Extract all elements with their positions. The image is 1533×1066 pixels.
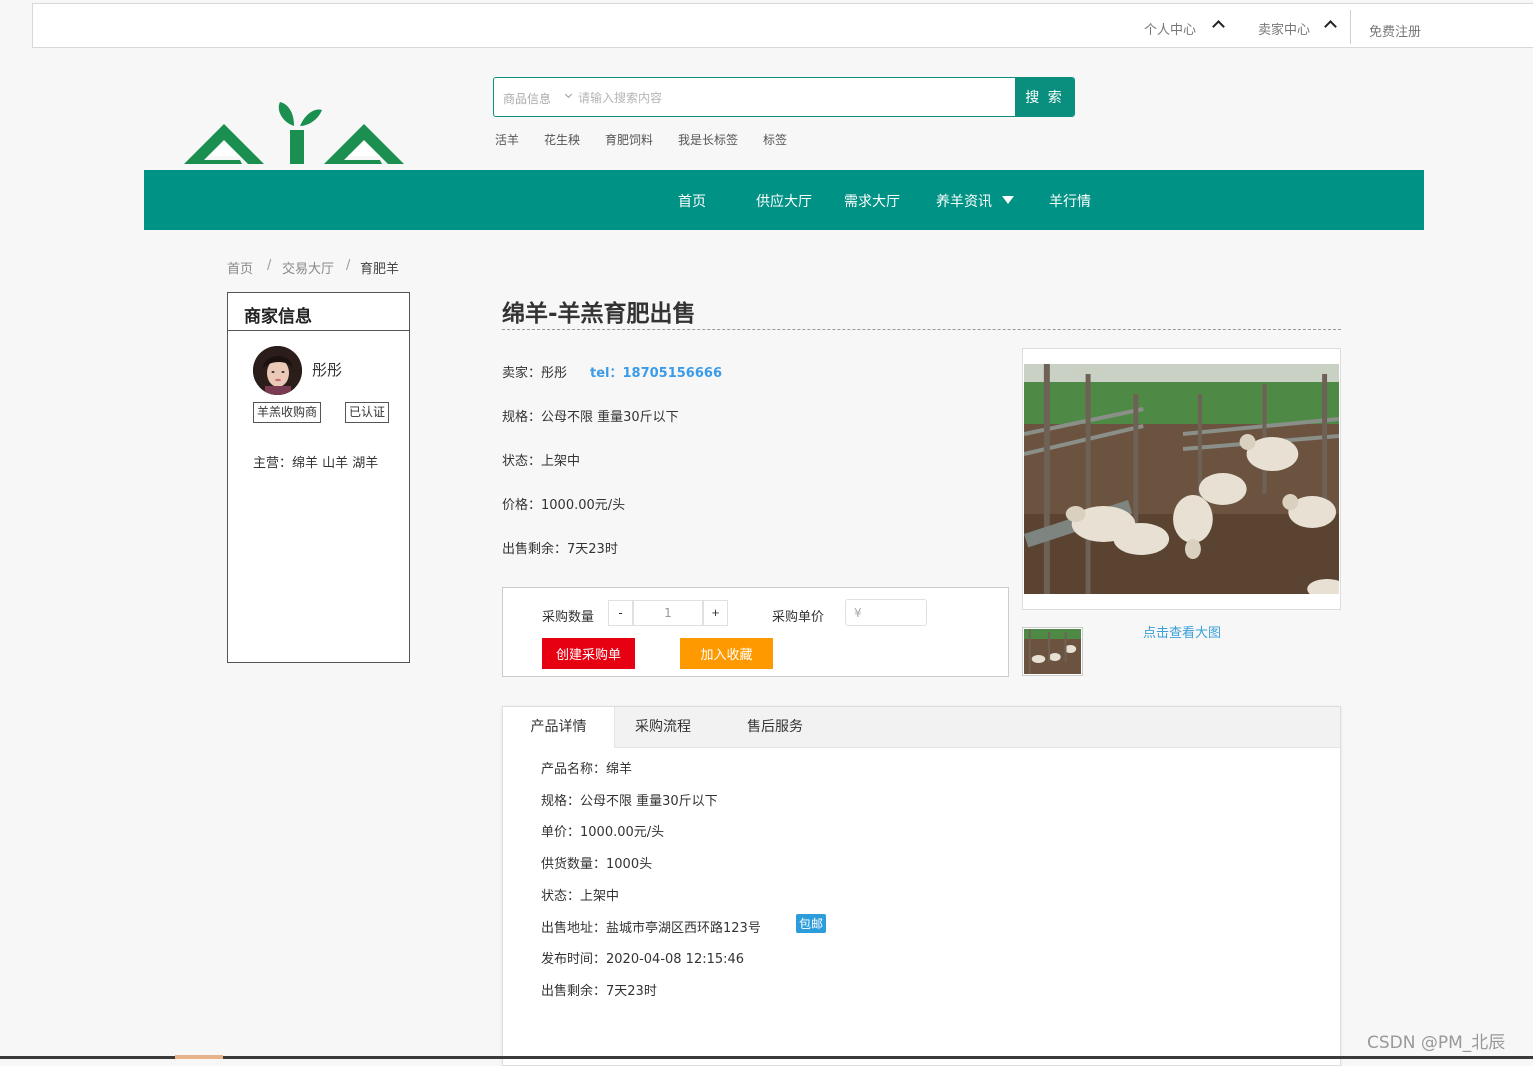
product-price: 价格：1000.00元/头 xyxy=(502,498,626,513)
search-bar: 商品信息 搜 索 xyxy=(493,77,1075,117)
divider xyxy=(1350,10,1351,44)
product-photo[interactable] xyxy=(1022,348,1341,610)
tab-bar: 产品详情 采购流程 售后服务 xyxy=(503,707,1340,748)
taskbar-accent xyxy=(175,1055,223,1059)
chevron-up-icon[interactable] xyxy=(1212,20,1225,33)
product-status: 状态：上架中 xyxy=(502,454,581,469)
detail-unit-price: 单价：1000.00元/头 xyxy=(541,825,665,840)
nav-home[interactable]: 首页 xyxy=(678,191,706,211)
detail-publish-time: 发布时间：2020-04-08 12:15:46 xyxy=(541,952,745,967)
watermark: CSDN @PM_北辰 xyxy=(1367,1033,1506,1053)
quantity-input[interactable] xyxy=(633,600,703,626)
detail-panel: 产品详情 采购流程 售后服务 产品名称：绵羊 规格：公母不限 重量30斤以下 单… xyxy=(502,706,1341,1066)
merchant-role-badge: 羊羔收购商 xyxy=(253,402,322,423)
free-shipping-badge: 包邮 xyxy=(796,914,827,933)
breadcrumb-separator: / xyxy=(346,258,351,273)
register-link[interactable]: 免费注册 xyxy=(1369,21,1421,40)
merchant-name: 彤彤 xyxy=(312,361,343,379)
detail-remaining-time: 出售剩余：7天23时 xyxy=(541,984,657,999)
tab-after-sales[interactable]: 售后服务 xyxy=(727,707,823,748)
search-button[interactable]: 搜 索 xyxy=(1015,78,1074,116)
site-logo[interactable] xyxy=(182,100,404,166)
detail-supply-quantity: 供货数量：1000头 xyxy=(541,857,653,872)
quantity-decrement-button[interactable]: - xyxy=(608,600,633,626)
hot-tag[interactable]: 育肥饲料 xyxy=(605,131,653,148)
unit-price-input[interactable] xyxy=(845,599,927,626)
seller-name: 卖家：彤彤 xyxy=(502,366,568,381)
avatar[interactable] xyxy=(253,346,302,395)
detail-status: 状态：上架中 xyxy=(541,889,620,904)
hot-tag[interactable]: 活羊 xyxy=(495,131,519,148)
detail-address: 出售地址：盐城市亭湖区西环路123号 xyxy=(541,921,761,936)
verified-badge: 已认证 xyxy=(345,402,390,423)
product-spec: 规格：公母不限 重量30斤以下 xyxy=(502,410,679,425)
merchant-card-title: 商家信息 xyxy=(228,293,409,331)
main-nav: 首页 供应大厅 需求大厅 养羊资讯 羊行情 xyxy=(144,170,1424,230)
personal-center-link[interactable]: 个人中心 xyxy=(1144,19,1196,38)
hot-tag[interactable]: 我是长标签 xyxy=(678,131,738,148)
tab-product-details[interactable]: 产品详情 xyxy=(503,707,615,748)
caret-down-icon[interactable] xyxy=(1002,196,1014,204)
breadcrumb-home[interactable]: 首页 xyxy=(227,258,253,277)
merchant-card: 商家信息 彤彤 羊羔收购商 已认证 主营：绵羊 山羊 湖羊 xyxy=(227,292,410,663)
chevron-down-icon[interactable] xyxy=(564,90,573,99)
unit-price-label: 采购单价 xyxy=(772,610,825,625)
photo-thumbnail[interactable] xyxy=(1022,627,1083,676)
quantity-label: 采购数量 xyxy=(542,610,595,625)
search-category-select[interactable]: 商品信息 xyxy=(503,90,551,107)
merchant-main-business: 主营：绵羊 山羊 湖羊 xyxy=(253,456,379,471)
product-title: 绵羊-羊羔育肥出售 xyxy=(502,301,696,327)
detail-product-name: 产品名称：绵羊 xyxy=(541,762,633,777)
seller-center-link[interactable]: 卖家中心 xyxy=(1258,19,1310,38)
divider xyxy=(502,329,1341,330)
product-remaining-time: 出售剩余：7天23时 xyxy=(502,542,618,557)
create-order-button[interactable]: 创建采购单 xyxy=(542,638,635,669)
detail-spec: 规格：公母不限 重量30斤以下 xyxy=(541,794,718,809)
top-bar: 个人中心 卖家中心 免费注册 xyxy=(32,3,1533,48)
breadcrumb-current: 育肥羊 xyxy=(360,262,400,277)
hot-tag[interactable]: 标签 xyxy=(763,131,787,148)
search-input[interactable] xyxy=(578,87,998,109)
view-large-image-link[interactable]: 点击查看大图 xyxy=(1143,622,1221,641)
seller-phone[interactable]: tel：18705156666 xyxy=(590,362,722,381)
tab-purchase-process[interactable]: 采购流程 xyxy=(615,707,711,748)
nav-sheep-news[interactable]: 养羊资讯 xyxy=(936,191,992,211)
chevron-up-icon[interactable] xyxy=(1324,20,1337,33)
purchase-panel: 采购数量 - + 采购单价 创建采购单 加入收藏 xyxy=(502,587,1009,677)
hot-tag[interactable]: 花生秧 xyxy=(544,131,580,148)
nav-sheep-market[interactable]: 羊行情 xyxy=(1049,191,1091,211)
quantity-increment-button[interactable]: + xyxy=(703,600,728,626)
nav-supply-hall[interactable]: 供应大厅 xyxy=(756,191,812,211)
nav-demand-hall[interactable]: 需求大厅 xyxy=(844,191,900,211)
add-favorite-button[interactable]: 加入收藏 xyxy=(680,638,773,669)
breadcrumb-separator: / xyxy=(267,258,272,273)
breadcrumb-trade-hall[interactable]: 交易大厅 xyxy=(282,258,334,277)
